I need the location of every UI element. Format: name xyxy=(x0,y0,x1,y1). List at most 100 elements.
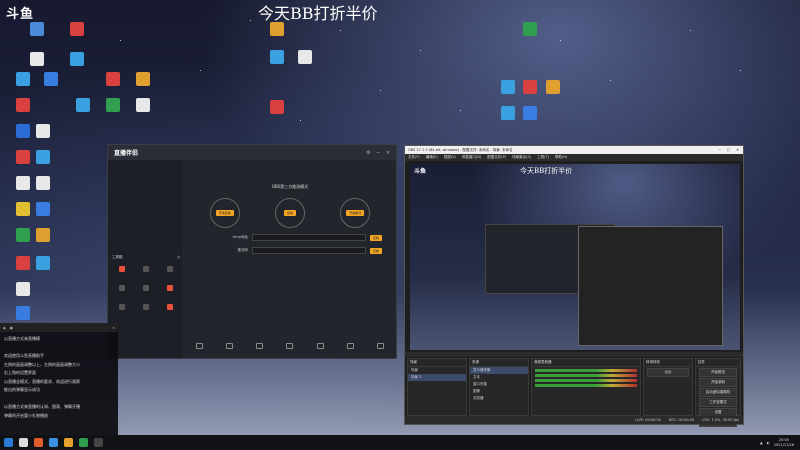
desktop-icon[interactable] xyxy=(28,228,58,242)
app-titlebar[interactable]: 直播伴侣 ⚙ ─ ✕ xyxy=(108,145,396,160)
obs-preview[interactable]: 斗鱼 今天BB打折半价 xyxy=(410,164,740,350)
bottom-tool[interactable] xyxy=(347,342,355,350)
bottom-tool[interactable] xyxy=(225,342,233,350)
menu-scene-collection[interactable]: 场景集合(S) xyxy=(512,155,531,160)
tool-item[interactable] xyxy=(136,304,156,316)
taskbar-app-icon[interactable] xyxy=(64,438,73,447)
audio-meter[interactable] xyxy=(535,379,637,382)
desktop-icon[interactable] xyxy=(28,256,58,270)
clock[interactable]: 20:05 2021/11/26 xyxy=(774,438,794,447)
tool-item[interactable] xyxy=(160,285,180,297)
desktop-icon[interactable] xyxy=(22,52,52,66)
tool-item[interactable] xyxy=(112,304,132,316)
desktop-icon[interactable] xyxy=(8,306,38,320)
bottom-tool[interactable] xyxy=(256,342,264,350)
app-close-icon[interactable]: ✕ xyxy=(386,150,390,156)
desktop-icon[interactable] xyxy=(62,52,92,66)
rtmp-copy-button[interactable]: 复制 xyxy=(369,234,382,241)
chat-overlay[interactable]: ◆ ● ✕ 以直播方式来直播模 欢迎使用斗鱼直播助手 左侧的画面调整以上，左侧的画面… xyxy=(0,323,118,435)
menu-help[interactable]: 帮助(H) xyxy=(555,155,567,160)
menu-tools[interactable]: 工具(T) xyxy=(537,155,549,160)
desktop-icon[interactable] xyxy=(262,100,292,114)
desktop-icon[interactable] xyxy=(36,72,66,86)
desktop-icon[interactable] xyxy=(8,72,38,86)
desktop-icon[interactable] xyxy=(128,72,158,86)
desktop-icon[interactable] xyxy=(515,106,545,120)
tool-item[interactable] xyxy=(136,285,156,297)
desktop-icon[interactable] xyxy=(28,150,58,164)
desktop-icon[interactable] xyxy=(8,282,38,296)
desktop-icon[interactable] xyxy=(538,80,568,94)
taskbar-app-icon[interactable] xyxy=(79,438,88,447)
source-item[interactable]: 显示器采集 xyxy=(470,367,528,374)
desktop-icon[interactable] xyxy=(28,124,58,138)
audio-meter[interactable] xyxy=(535,369,637,372)
studio-mode-button[interactable]: 工作室模式 xyxy=(699,398,737,407)
rtmp-input[interactable] xyxy=(252,234,366,241)
step-2-button[interactable]: 复制 xyxy=(283,210,296,216)
desktop-icon[interactable] xyxy=(62,22,92,36)
desktop-icon[interactable] xyxy=(98,98,128,112)
audio-meter[interactable] xyxy=(535,374,637,377)
menu-docks[interactable]: 停靠窗口(D) xyxy=(462,155,481,160)
obs-close-icon[interactable]: ✕ xyxy=(736,148,739,152)
network-icon[interactable]: ▲ xyxy=(760,441,763,445)
tool-item[interactable] xyxy=(112,266,132,278)
tool-item[interactable] xyxy=(160,304,180,316)
menu-file[interactable]: 文件(F) xyxy=(408,155,420,160)
tool-item[interactable] xyxy=(112,285,132,297)
tool-item[interactable] xyxy=(136,266,156,278)
bottom-tool[interactable] xyxy=(195,342,203,350)
desktop-icon[interactable] xyxy=(28,176,58,190)
audio-meter[interactable] xyxy=(535,384,637,387)
bottom-tool[interactable] xyxy=(316,342,324,350)
obs-titlebar[interactable]: OBS 27.1.3 (64-bit, windows) - 配置文件: 未命名… xyxy=(405,146,743,154)
menu-profile[interactable]: 配置文件(P) xyxy=(487,155,506,160)
app-minimize-icon[interactable]: ─ xyxy=(377,150,380,156)
desktop-icon[interactable] xyxy=(98,72,128,86)
volume-icon[interactable]: ◐ xyxy=(767,441,770,445)
desktop-icon[interactable] xyxy=(290,50,320,64)
desktop-icon[interactable] xyxy=(8,98,38,112)
chat-gift-icon[interactable]: ◆ xyxy=(3,326,6,330)
stream-key-input[interactable] xyxy=(252,247,366,254)
scene-item[interactable]: 场景 2 xyxy=(408,374,466,381)
start-recording-button[interactable]: 开始录制 xyxy=(699,378,737,387)
start-icon[interactable] xyxy=(4,438,13,447)
obs-maximize-icon[interactable]: □ xyxy=(727,148,730,152)
desktop-icon[interactable] xyxy=(262,22,292,36)
obs-minimize-icon[interactable]: ─ xyxy=(719,148,721,152)
taskbar-app-icon[interactable] xyxy=(94,438,103,447)
streaming-app-window[interactable]: 直播伴侣 ⚙ ─ ✕ 工具箱 ◎ OBS第三方推流模式 开始直播 复制 开始推流… xyxy=(107,144,397,359)
virtual-camera-button[interactable]: 启动虚拟摄像机 xyxy=(699,388,737,397)
taskbar-app-icon[interactable] xyxy=(19,438,28,447)
transition-select[interactable]: 淡出 xyxy=(647,368,689,377)
desktop-icon[interactable] xyxy=(22,22,52,36)
step-1-button[interactable]: 开始直播 xyxy=(215,210,234,216)
desktop-icon[interactable] xyxy=(515,22,545,36)
taskbar-app-icon[interactable] xyxy=(34,438,43,447)
desktop-icon[interactable] xyxy=(28,202,58,216)
source-item[interactable]: 窗口采集 xyxy=(470,381,528,388)
tool-item[interactable] xyxy=(160,266,180,278)
menu-view[interactable]: 视图(V) xyxy=(444,155,456,160)
menu-edit[interactable]: 编辑(E) xyxy=(426,155,438,160)
scene-item[interactable]: 场景 xyxy=(408,367,466,374)
app-settings-icon[interactable]: ⚙ xyxy=(366,150,370,156)
toolbox-more-icon[interactable]: ◎ xyxy=(177,255,180,260)
chat-user-icon[interactable]: ● xyxy=(10,326,13,330)
desktop-icon[interactable] xyxy=(262,50,292,64)
obs-window[interactable]: OBS 27.1.3 (64-bit, windows) - 配置文件: 未命名… xyxy=(404,145,744,427)
stream-key-copy-button[interactable]: 复制 xyxy=(369,247,382,254)
desktop-icon[interactable] xyxy=(68,98,98,112)
step-3-button[interactable]: 开始推流 xyxy=(346,210,365,216)
bottom-tool[interactable] xyxy=(286,342,294,350)
source-item[interactable]: 图像 xyxy=(470,388,528,395)
start-streaming-button[interactable]: 开始推流 xyxy=(699,368,737,377)
bottom-tool[interactable] xyxy=(377,342,385,350)
desktop-icon[interactable] xyxy=(128,98,158,112)
chat-close-icon[interactable]: ✕ xyxy=(112,326,118,330)
source-item[interactable]: 文本 xyxy=(470,374,528,381)
source-item[interactable]: 浏览器 xyxy=(470,395,528,402)
taskbar-app-icon[interactable] xyxy=(49,438,58,447)
